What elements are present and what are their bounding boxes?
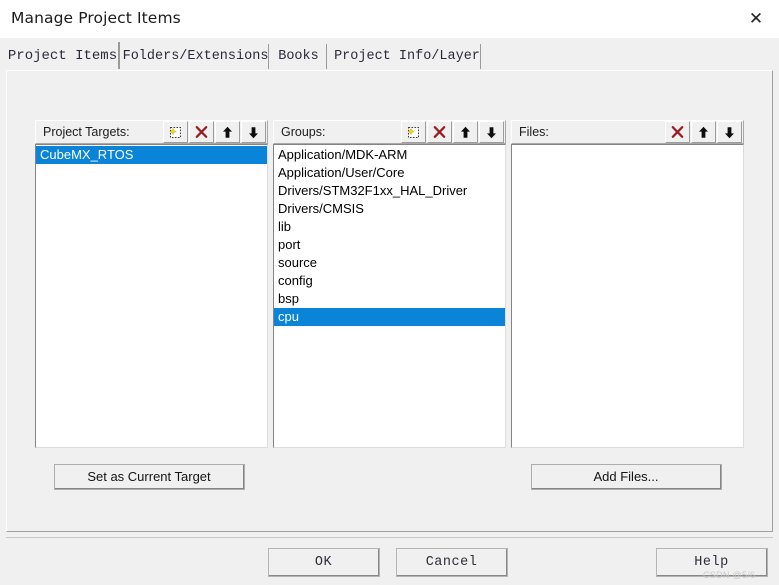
- project-items-panel: Project Targets: CubeMX_RTOS Groups: App…: [6, 70, 773, 532]
- tab-project-items[interactable]: Project Items: [7, 42, 120, 69]
- new-item-icon: [407, 126, 419, 138]
- remove-target-button[interactable]: [189, 121, 214, 143]
- list-item[interactable]: source: [274, 254, 505, 272]
- add-files-button[interactable]: Add Files...: [531, 464, 722, 490]
- groups-header: Groups:: [273, 120, 506, 144]
- new-group-button[interactable]: [401, 121, 426, 143]
- footer-separator: [6, 537, 773, 538]
- delete-x-icon: [671, 125, 684, 138]
- move-group-down-button[interactable]: [479, 121, 504, 143]
- tab-folders-extensions[interactable]: Folders/Extensions: [123, 44, 269, 69]
- list-item[interactable]: Application/MDK-ARM: [274, 146, 505, 164]
- watermark: CSDN @5/6: [703, 570, 756, 580]
- files-header: Files:: [511, 120, 744, 144]
- tab-strip: Project Items Folders/Extensions Books P…: [0, 38, 779, 71]
- remove-group-button[interactable]: [427, 121, 452, 143]
- new-item-button[interactable]: [163, 121, 188, 143]
- arrow-down-icon: [725, 126, 734, 138]
- close-button[interactable]: ✕: [733, 0, 779, 38]
- tab-label: Books: [278, 49, 319, 64]
- files-toolbar: [665, 121, 742, 143]
- list-item[interactable]: lib: [274, 218, 505, 236]
- button-label: Help: [694, 554, 729, 570]
- project-targets-header: Project Targets:: [35, 120, 268, 144]
- tab-label: Project Items: [7, 47, 118, 64]
- tab-project-info-layer[interactable]: Project Info/Layer: [334, 44, 481, 69]
- delete-x-icon: [195, 125, 208, 138]
- arrow-down-icon: [249, 126, 258, 138]
- list-item[interactable]: CubeMX_RTOS: [36, 146, 267, 164]
- groups-column: Groups: Application/MDK-ARM Application/…: [273, 120, 506, 448]
- move-group-up-button[interactable]: [453, 121, 478, 143]
- arrow-up-icon: [461, 126, 470, 138]
- groups-toolbar: [401, 121, 504, 143]
- list-item[interactable]: Drivers/CMSIS: [274, 200, 505, 218]
- project-targets-toolbar: [163, 121, 266, 143]
- button-label: Cancel: [425, 554, 478, 570]
- arrow-down-icon: [487, 126, 496, 138]
- arrow-up-icon: [223, 126, 232, 138]
- list-item[interactable]: cpu: [274, 308, 505, 326]
- button-label: Add Files...: [593, 469, 659, 484]
- title-bar: Manage Project Items ✕: [0, 0, 779, 39]
- tab-books[interactable]: Books: [271, 44, 327, 69]
- files-listbox[interactable]: [511, 144, 744, 448]
- tab-label: Project Info/Layer: [334, 49, 480, 64]
- tab-label: Folders/Extensions: [122, 49, 269, 64]
- list-item[interactable]: Drivers/STM32F1xx_HAL_Driver: [274, 182, 505, 200]
- close-icon: ✕: [748, 8, 764, 29]
- project-targets-listbox[interactable]: CubeMX_RTOS: [35, 144, 268, 448]
- cancel-button[interactable]: Cancel: [396, 548, 508, 577]
- list-item[interactable]: bsp: [274, 290, 505, 308]
- delete-x-icon: [433, 125, 446, 138]
- list-item[interactable]: Application/User/Core: [274, 164, 505, 182]
- move-target-up-button[interactable]: [215, 121, 240, 143]
- groups-label: Groups:: [281, 125, 326, 139]
- project-targets-column: Project Targets: CubeMX_RTOS: [35, 120, 268, 448]
- move-file-down-button[interactable]: [717, 121, 742, 143]
- move-target-down-button[interactable]: [241, 121, 266, 143]
- remove-file-button[interactable]: [665, 121, 690, 143]
- files-column: Files:: [511, 120, 744, 448]
- move-file-up-button[interactable]: [691, 121, 716, 143]
- groups-listbox[interactable]: Application/MDK-ARM Application/User/Cor…: [273, 144, 506, 448]
- list-item[interactable]: config: [274, 272, 505, 290]
- files-label: Files:: [519, 125, 549, 139]
- list-item[interactable]: port: [274, 236, 505, 254]
- button-label: OK: [314, 554, 333, 570]
- project-targets-label: Project Targets:: [43, 125, 130, 139]
- set-as-current-target-button[interactable]: Set as Current Target: [54, 464, 245, 490]
- button-label: Set as Current Target: [87, 469, 211, 484]
- ok-button[interactable]: OK: [268, 548, 380, 577]
- window-title: Manage Project Items: [11, 9, 181, 27]
- new-item-icon: [169, 126, 181, 138]
- arrow-up-icon: [699, 126, 708, 138]
